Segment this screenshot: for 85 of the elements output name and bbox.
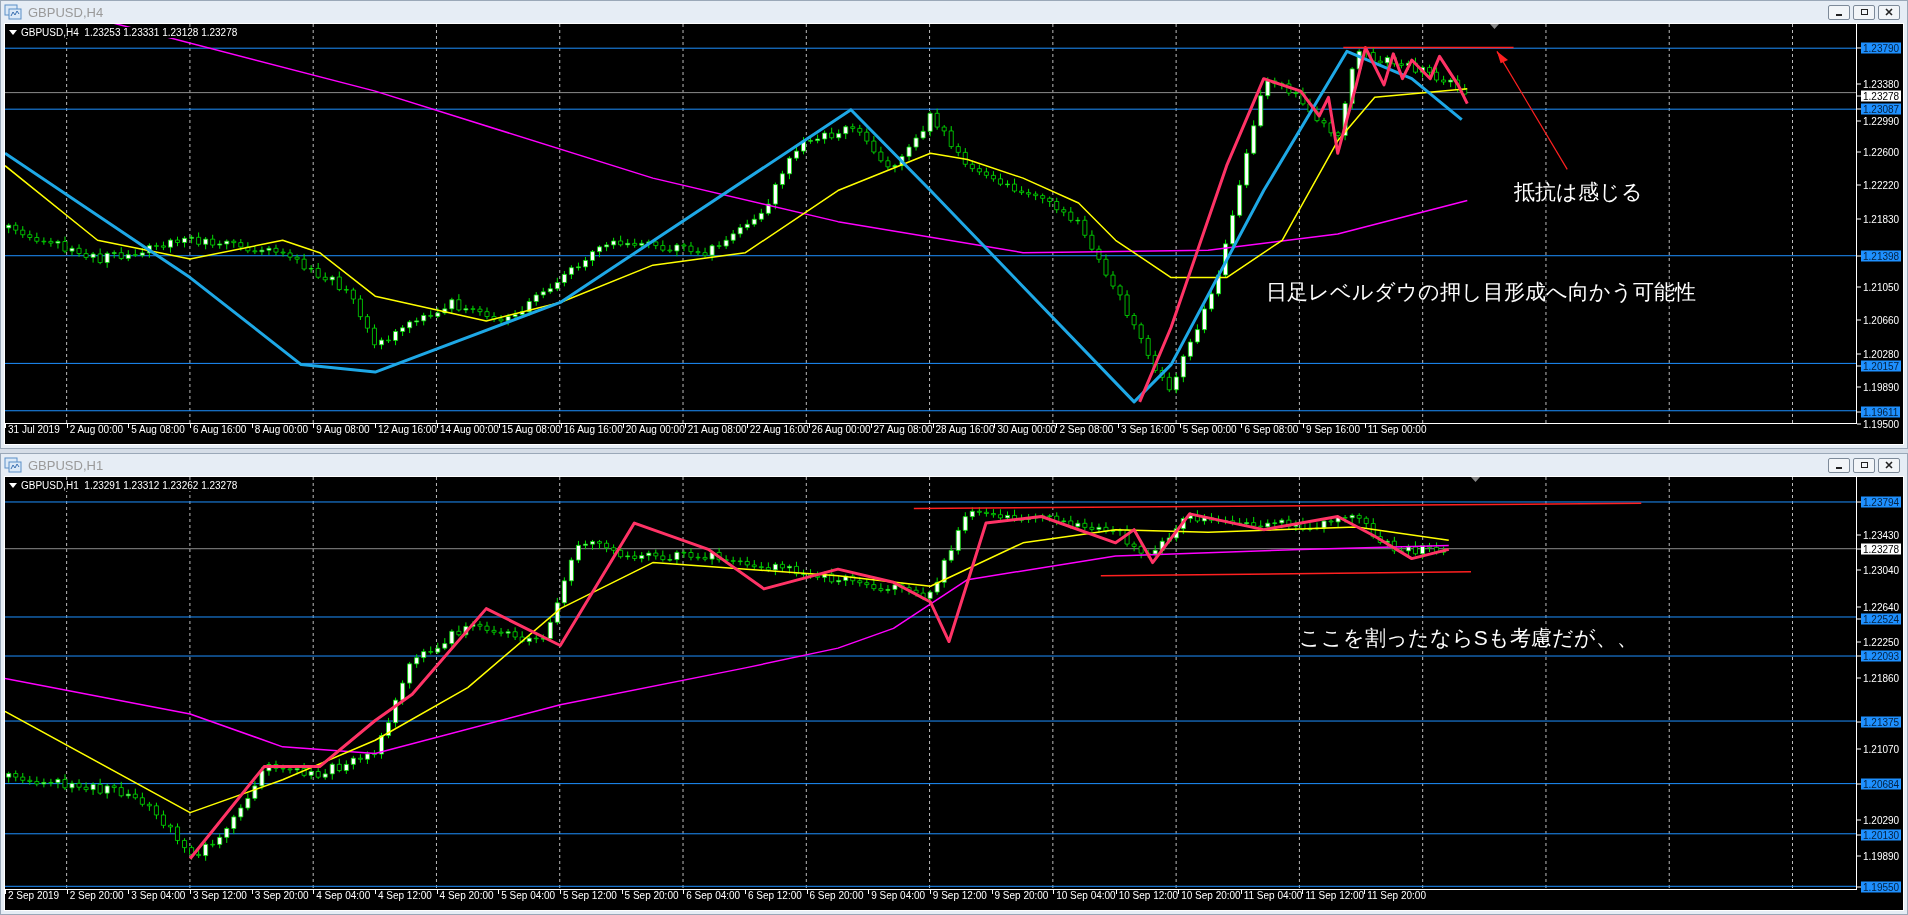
time-axis-label: 27 Aug 08:00 bbox=[873, 424, 933, 435]
chart-annotation: 抵抗は感じる bbox=[1513, 179, 1643, 206]
time-axis-label: 16 Aug 16:00 bbox=[563, 424, 623, 435]
time-axis-label: 9 Sep 16:00 bbox=[1306, 424, 1360, 435]
time-axis-label: 26 Aug 00:00 bbox=[811, 424, 871, 435]
time-axis-label: 6 Sep 20:00 bbox=[809, 890, 864, 901]
time-axis-label: 2 Sep 2019 bbox=[8, 890, 60, 901]
price-tick-label: 1.20290 bbox=[1862, 814, 1901, 826]
time-axis-label: 10 Sep 20:00 bbox=[1181, 890, 1241, 901]
time-axis-label: 6 Sep 04:00 bbox=[686, 890, 741, 901]
time-axis-label: 12 Aug 16:00 bbox=[377, 424, 437, 435]
time-axis-label: 31 Jul 2019 bbox=[8, 424, 60, 435]
time-axis-label: 5 Aug 08:00 bbox=[131, 424, 185, 435]
price-level-label: 1.23087 bbox=[1861, 103, 1902, 115]
time-axis-label: 14 Aug 00:00 bbox=[439, 424, 499, 435]
price-tick-label: 1.22600 bbox=[1862, 146, 1901, 158]
time-axis-label: 10 Sep 12:00 bbox=[1118, 890, 1179, 901]
price-tick-label: 1.19500 bbox=[1862, 418, 1901, 430]
time-axis-label: 3 Sep 16:00 bbox=[1121, 424, 1175, 435]
chart-annotation: ここを割ったならSも考慮だが、、 bbox=[1298, 625, 1638, 652]
price-tick-label: 1.20280 bbox=[1862, 348, 1901, 360]
time-axis-label: 30 Aug 00:00 bbox=[997, 424, 1057, 435]
time-axis-label: 9 Sep 12:00 bbox=[932, 890, 987, 901]
time-axis-label: 2 Sep 08:00 bbox=[1059, 424, 1114, 435]
time-axis-label: 3 Sep 04:00 bbox=[131, 890, 186, 901]
price-tick-label: 1.19890 bbox=[1862, 381, 1901, 393]
time-axis-label: 6 Aug 16:00 bbox=[192, 424, 247, 435]
time-axis-label: 6 Sep 12:00 bbox=[747, 890, 802, 901]
chart-header-quote: GBPUSD,H1 1.23291 1.23312 1.23262 1.23278 bbox=[21, 480, 238, 491]
price-level-label: 1.23790 bbox=[1861, 42, 1902, 54]
price-tick-label: 1.19890 bbox=[1862, 850, 1901, 862]
price-tick-label: 1.23040 bbox=[1862, 565, 1901, 576]
price-tick-label: 1.20660 bbox=[1862, 315, 1901, 326]
current-price-label: 1.23278 bbox=[1861, 90, 1902, 102]
price-level-label: 1.20157 bbox=[1861, 360, 1902, 372]
time-axis-label: 9 Sep 04:00 bbox=[871, 890, 926, 901]
time-axis-label: 9 Sep 20:00 bbox=[994, 890, 1049, 901]
price-level-label: 1.20684 bbox=[1861, 778, 1902, 790]
time-axis-label: 11 Sep 12:00 bbox=[1305, 890, 1365, 901]
time-axis-label: 2 Aug 00:00 bbox=[69, 424, 124, 435]
price-tick-label: 1.22640 bbox=[1862, 601, 1901, 613]
time-axis-label: 20 Aug 00:00 bbox=[625, 424, 685, 435]
time-axis-label: 2 Sep 20:00 bbox=[69, 890, 124, 901]
time-axis-label: 15 Aug 08:00 bbox=[501, 424, 561, 435]
time-axis-label: 5 Sep 20:00 bbox=[624, 890, 679, 901]
time-axis-label: 5 Sep 04:00 bbox=[501, 890, 556, 901]
price-tick-label: 1.21050 bbox=[1862, 281, 1901, 293]
time-axis-label: 4 Sep 04:00 bbox=[316, 890, 371, 901]
price-tick-label: 1.21830 bbox=[1862, 213, 1901, 225]
price-level-label: 1.19550 bbox=[1861, 881, 1902, 893]
time-axis-label: 11 Sep 04:00 bbox=[1243, 890, 1303, 901]
window-title: GBPUSD,H1 bbox=[28, 457, 105, 473]
price-tick-label: 1.22990 bbox=[1862, 115, 1901, 127]
time-axis-label: 11 Sep 20:00 bbox=[1367, 890, 1426, 901]
time-axis-label: 3 Sep 12:00 bbox=[192, 890, 247, 901]
time-axis-label: 5 Sep 00:00 bbox=[1182, 424, 1237, 435]
time-axis-label: 10 Sep 04:00 bbox=[1056, 890, 1116, 901]
window-title: GBPUSD,H4 bbox=[28, 4, 105, 20]
price-level-label: 1.21375 bbox=[1861, 716, 1902, 728]
current-price-label: 1.23278 bbox=[1861, 543, 1902, 555]
time-axis-label: 22 Aug 16:00 bbox=[749, 424, 809, 435]
price-tick-label: 1.23430 bbox=[1862, 529, 1901, 541]
price-level-label: 1.20130 bbox=[1861, 829, 1902, 841]
time-axis-label: 3 Sep 20:00 bbox=[254, 890, 309, 901]
chart-annotation: 日足レベルダウの押し目形成へ向かう可能性 bbox=[1265, 278, 1696, 305]
time-axis-label: 28 Aug 16:00 bbox=[935, 424, 995, 435]
time-axis-label: 11 Sep 00:00 bbox=[1367, 424, 1427, 435]
price-level-label: 1.21398 bbox=[1861, 250, 1902, 262]
time-axis-label: 9 Aug 08:00 bbox=[316, 424, 370, 435]
price-level-label: 1.19611 bbox=[1861, 406, 1901, 418]
price-tick-label: 1.22250 bbox=[1862, 636, 1901, 648]
time-axis-label: 8 Aug 00:00 bbox=[254, 424, 308, 435]
chart-header-quote: GBPUSD,H4 1.23253 1.23331 1.23128 1.23278 bbox=[21, 27, 238, 38]
price-tick-label: 1.23380 bbox=[1862, 78, 1901, 90]
time-axis-label: 5 Sep 12:00 bbox=[562, 890, 617, 901]
price-tick-label: 1.21860 bbox=[1862, 672, 1901, 684]
price-level-label: 1.22524 bbox=[1861, 613, 1902, 625]
time-axis-label: 21 Aug 08:00 bbox=[687, 424, 747, 435]
price-tick-label: 1.22220 bbox=[1862, 179, 1901, 191]
price-level-label: 1.22093 bbox=[1861, 650, 1902, 662]
time-axis-label: 4 Sep 12:00 bbox=[377, 890, 432, 901]
price-level-label: 1.23794 bbox=[1861, 496, 1902, 508]
time-axis-label: 4 Sep 20:00 bbox=[439, 890, 494, 901]
time-axis-label: 6 Sep 08:00 bbox=[1244, 424, 1299, 435]
price-tick-label: 1.21070 bbox=[1862, 743, 1901, 755]
